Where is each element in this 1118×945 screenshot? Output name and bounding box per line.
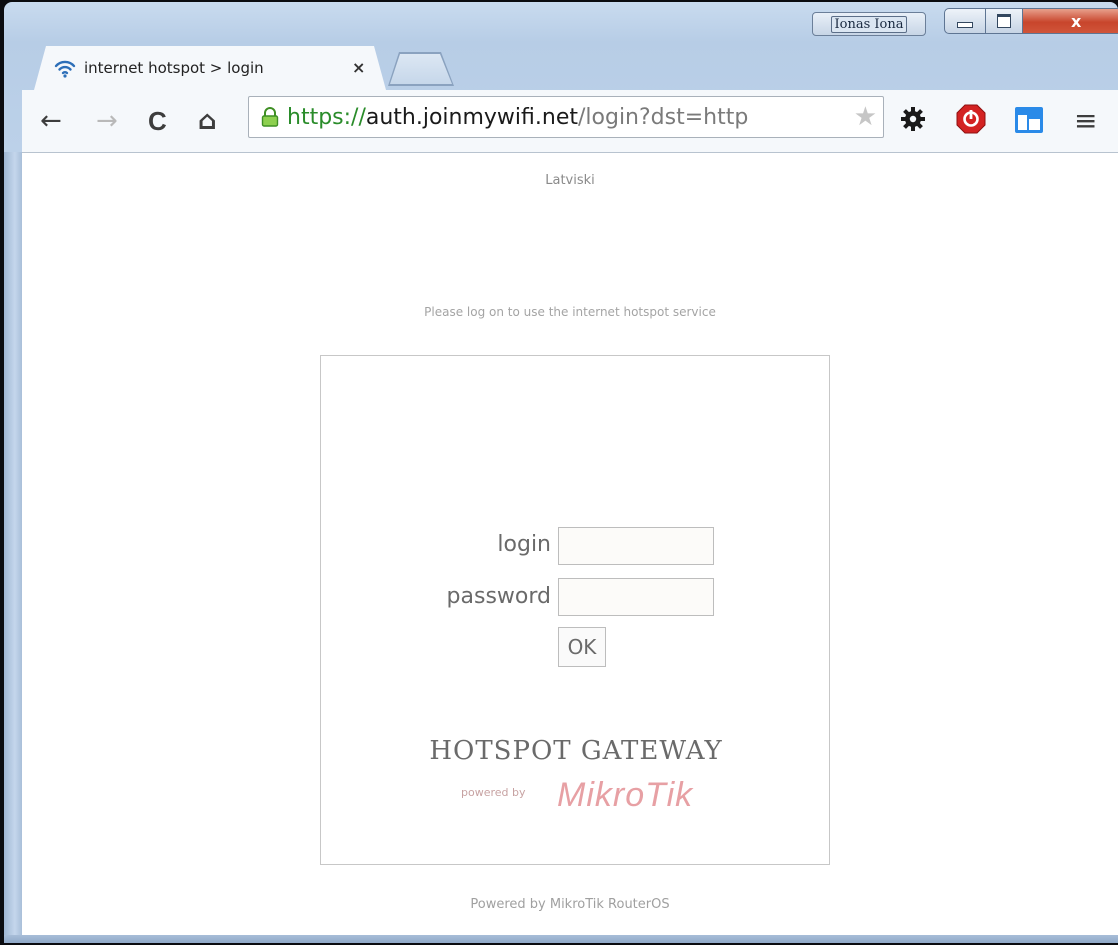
url-scheme: https:// [287,104,366,130]
close-icon: x [1071,11,1082,31]
footer-text: Powered by MikroTik RouterOS [470,897,670,912]
window-frame-left [4,152,22,943]
tab-title: internet hotspot > login [84,59,264,77]
browser-toolbar: ← → C ⌂ https://auth.joinmywifi.net/logi… [22,90,1118,153]
maximize-button[interactable] [985,8,1023,34]
forward-icon[interactable]: → [96,106,118,136]
login-input[interactable] [558,527,714,565]
browser-window: Ionas Iona x internet hotspot > login × … [4,2,1118,943]
language-link[interactable]: Latviski [22,173,1118,188]
maximize-icon [997,14,1011,28]
login-notice: Please log on to use the internet hotspo… [424,305,716,319]
back-icon[interactable]: ← [40,106,62,136]
url-text: https://auth.joinmywifi.net/login?dst=ht… [287,105,847,130]
tab-active[interactable]: internet hotspot > login × [34,46,386,90]
url-host: auth.joinmywifi.net [365,104,578,130]
bookmark-star-icon[interactable]: ★ [854,103,877,131]
lock-icon [261,107,279,127]
menu-icon[interactable]: ≡ [1074,106,1097,136]
mikrotik-logo: MikroTik [557,776,694,814]
powered-by-small: powered by [461,786,526,799]
extension-window-icon[interactable] [1014,106,1044,134]
home-icon[interactable]: ⌂ [198,106,217,136]
window-frame-bottom [4,935,1118,943]
address-bar[interactable]: https://auth.joinmywifi.net/login?dst=ht… [248,96,884,138]
login-box: login password OK HOTSPOT GATEWAY powere… [320,355,830,865]
close-window-button[interactable]: x [1022,8,1118,34]
profile-name: Ionas Iona [830,15,908,33]
hotspot-gateway-title: HOTSPOT GATEWAY [429,736,723,766]
login-label: login [497,532,551,557]
wifi-icon [54,60,76,78]
password-label: password [446,584,551,609]
page-content: Latviski Please log on to use the intern… [22,153,1118,937]
url-path: /login?dst=http [578,104,749,130]
ok-button[interactable]: OK [558,627,606,667]
adblock-stop-icon[interactable] [956,104,986,134]
minimize-button[interactable] [944,8,986,34]
reload-icon[interactable]: C [148,106,167,136]
minimize-icon [957,22,973,28]
profile-button[interactable]: Ionas Iona [812,12,926,36]
tab-close-icon[interactable]: × [352,58,365,77]
settings-gear-icon[interactable] [900,106,926,132]
password-input[interactable] [558,578,714,616]
